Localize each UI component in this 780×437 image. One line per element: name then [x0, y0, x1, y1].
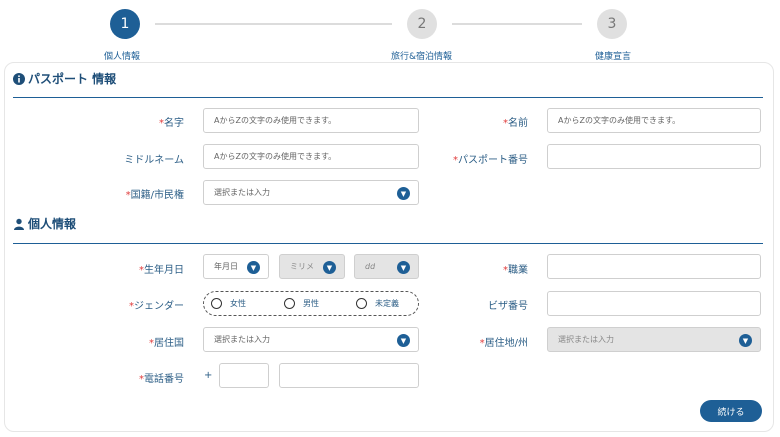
gender-option-label: 女性 [230, 299, 246, 308]
nationality-placeholder: 選択または入力 [214, 188, 270, 197]
info-icon [13, 72, 25, 85]
chevron-down-icon[interactable]: ▼ [397, 261, 410, 274]
phone-number-input[interactable] [279, 363, 419, 388]
chevron-down-icon[interactable]: ▼ [739, 334, 752, 347]
gender-radio-group: 女性 男性 未定義 [203, 291, 419, 316]
gender-option-label: 男性 [303, 299, 319, 308]
passport-number-input[interactable] [547, 144, 761, 169]
birth-year-select[interactable]: 年月日 ▼ [203, 254, 269, 279]
country-of-residence-label: *居住国 [149, 338, 184, 349]
given-name-placeholder: AからZの文字のみ使用できます。 [214, 116, 337, 125]
given-name-label: *名字 [159, 118, 184, 129]
surname-placeholder: AからZの文字のみ使用できます。 [558, 116, 681, 125]
radio-button[interactable] [211, 298, 222, 309]
state-of-residence-label: *居住地/州 [479, 338, 528, 349]
surname-label: *名前 [503, 118, 528, 129]
step-connector [155, 23, 392, 25]
step-1-circle: 1 [110, 9, 140, 39]
surname-input[interactable]: AからZの文字のみ使用できます。 [547, 108, 761, 133]
continue-button[interactable]: 続ける [700, 400, 762, 422]
middle-name-label: ミドルネーム [124, 155, 184, 166]
phone-plus-prefix: + [204, 370, 213, 381]
gender-option-label: 未定義 [375, 299, 399, 308]
personal-section-label: 個人情報 [28, 217, 77, 231]
visa-number-label: ビザ番号 [488, 301, 528, 312]
gender-option-undefined[interactable]: 未定義 [356, 298, 399, 309]
given-name-input[interactable]: AからZの文字のみ使用できます。 [203, 108, 419, 133]
gender-option-male[interactable]: 男性 [284, 298, 319, 309]
passport-number-label: *パスポート番号 [453, 155, 528, 166]
birth-day-select[interactable]: dd ▼ [354, 254, 419, 279]
state-of-residence-placeholder: 選択または入力 [558, 335, 614, 344]
birth-day-placeholder: dd [365, 262, 376, 271]
step-3-circle: 3 [597, 9, 627, 39]
occupation-input[interactable] [547, 254, 761, 279]
step-3-label: 健康宣言 [595, 52, 632, 62]
country-of-residence-select[interactable]: 選択または入力 ▼ [203, 327, 419, 352]
person-icon [14, 218, 24, 230]
nationality-select[interactable]: 選択または入力 ▼ [203, 180, 419, 205]
birth-year-placeholder: 年月日 [214, 262, 238, 271]
radio-button[interactable] [356, 298, 367, 309]
visa-number-input[interactable] [547, 291, 761, 316]
birth-date-label: *生年月日 [139, 265, 184, 276]
occupation-label: *職業 [503, 265, 528, 276]
section-divider [13, 97, 763, 98]
section-divider [13, 243, 763, 244]
personal-section-title: 個人情報 [13, 215, 76, 232]
country-of-residence-placeholder: 選択または入力 [214, 335, 270, 344]
step-2-circle: 2 [407, 9, 437, 39]
nationality-label: *国籍/市民権 [125, 190, 184, 201]
chevron-down-icon[interactable]: ▼ [397, 187, 410, 200]
birth-month-select[interactable]: ミリメ ▼ [279, 254, 345, 279]
chevron-down-icon[interactable]: ▼ [247, 261, 260, 274]
radio-button[interactable] [284, 298, 295, 309]
step-1-label: 個人情報 [104, 52, 141, 62]
birth-month-placeholder: ミリメ [290, 262, 314, 271]
chevron-down-icon[interactable]: ▼ [323, 261, 336, 274]
phone-country-code-input[interactable] [219, 363, 269, 388]
state-of-residence-select[interactable]: 選択または入力 ▼ [547, 327, 761, 352]
form-card: パスポート 情報 *名字 AからZの文字のみ使用できます。 *名前 AからZの文… [4, 62, 774, 432]
progress-stepper: 1 2 3 個人情報 旅行&宿泊情報 健康宣言 [0, 0, 780, 62]
middle-name-input[interactable]: AからZの文字のみ使用できます。 [203, 144, 419, 169]
passport-section-label: パスポート 情報 [28, 72, 117, 86]
chevron-down-icon[interactable]: ▼ [397, 334, 410, 347]
passport-section-title: パスポート 情報 [13, 70, 116, 87]
middle-name-placeholder: AからZの文字のみ使用できます。 [214, 152, 337, 161]
phone-label: *電話番号 [139, 374, 184, 385]
step-connector [452, 23, 582, 25]
gender-option-female[interactable]: 女性 [211, 298, 246, 309]
step-2-label: 旅行&宿泊情報 [391, 52, 453, 62]
gender-label: *ジェンダー [129, 301, 184, 312]
